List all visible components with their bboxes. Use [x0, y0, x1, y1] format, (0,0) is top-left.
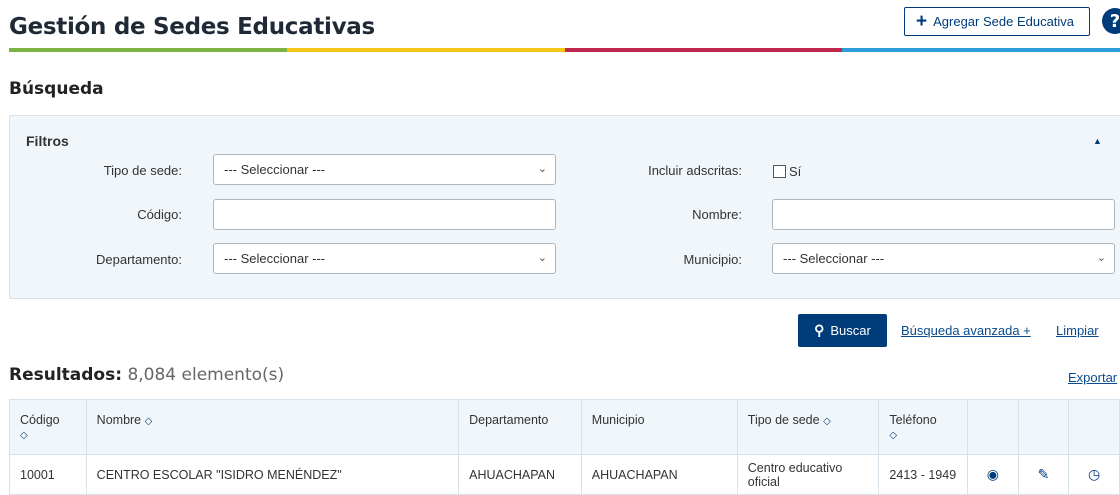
sort-icon[interactable]: ◇	[823, 416, 831, 427]
nombre-label: Nombre:	[692, 207, 742, 222]
chevron-down-icon: ⌄	[537, 252, 547, 264]
search-icon: ⚲	[814, 322, 825, 338]
column-header-label: Teléfono	[889, 413, 937, 427]
departamento-value: --- Seleccionar ---	[224, 251, 326, 266]
filters-panel: Filtros ▲ Tipo de sede: --- Seleccionar …	[9, 115, 1120, 299]
clock-icon[interactable]: ◷	[1068, 454, 1120, 495]
sort-icon[interactable]: ◇	[145, 416, 153, 427]
column-header-tipo-sede[interactable]: Tipo de sede ◇	[736, 399, 880, 455]
checkbox-box[interactable]	[773, 165, 786, 178]
collapse-up-icon[interactable]: ▲	[1093, 136, 1102, 146]
color-bar-blue	[842, 48, 1120, 52]
table-row[interactable]: 10001 CENTRO ESCOLAR "ISIDRO MENÉNDEZ" A…	[9, 454, 1120, 495]
municipio-label: Municipio:	[683, 252, 742, 267]
column-header-history	[1068, 399, 1120, 455]
results-label: Resultados:	[9, 365, 123, 385]
results-title: Resultados: 8,084 elemento(s)	[9, 365, 284, 385]
color-bar-yellow	[286, 48, 565, 52]
filters-title: Filtros	[26, 133, 69, 149]
column-header-departamento: Departamento	[458, 399, 582, 455]
chevron-down-icon: ⌄	[537, 163, 547, 175]
cell-departamento: AHUACHAPAN	[458, 454, 582, 495]
incluir-adscritas-checkbox[interactable]: Sí	[773, 164, 801, 179]
column-header-nombre[interactable]: Nombre ◇	[85, 399, 460, 455]
column-header-edit	[1017, 399, 1070, 455]
table-header-row: Código ◇ Nombre ◇ Departamento Municipio…	[9, 399, 1120, 455]
column-header-label: Departamento	[469, 413, 549, 427]
eye-icon[interactable]: ◉	[967, 454, 1019, 495]
codigo-label: Código:	[137, 207, 182, 222]
sort-icon[interactable]: ◇	[20, 430, 28, 441]
chevron-down-icon: ⌄	[1096, 252, 1106, 264]
nombre-input[interactable]	[772, 199, 1115, 230]
departamento-select[interactable]: --- Seleccionar --- ⌄	[213, 243, 556, 274]
search-button[interactable]: ⚲ Buscar	[798, 314, 887, 347]
tipo-sede-value: --- Seleccionar ---	[224, 162, 326, 177]
search-button-label: Buscar	[830, 323, 871, 338]
cell-telefono: 2413 - 1949	[878, 454, 968, 495]
column-header-label: Municipio	[591, 413, 645, 427]
sort-icon[interactable]: ◇	[889, 430, 897, 441]
column-header-codigo[interactable]: Código ◇	[9, 399, 87, 455]
results-table: Código ◇ Nombre ◇ Departamento Municipio…	[9, 399, 1120, 495]
add-sede-button-label: Agregar Sede Educativa	[933, 14, 1075, 29]
departamento-label: Departamento:	[96, 252, 182, 267]
incluir-adscritas-label: Incluir adscritas:	[648, 163, 742, 178]
municipio-value: --- Seleccionar ---	[783, 251, 885, 266]
color-bar-green	[9, 48, 287, 52]
column-header-view	[967, 399, 1019, 455]
column-header-label: Tipo de sede	[747, 413, 820, 427]
search-section-title: Búsqueda	[9, 79, 104, 99]
results-count: 8,084 elemento(s)	[127, 365, 285, 385]
tipo-sede-label: Tipo de sede:	[103, 163, 182, 178]
checkbox-option-label: Sí	[789, 164, 802, 179]
cell-municipio: AHUACHAPAN	[580, 454, 738, 495]
export-link[interactable]: Exportar	[1068, 370, 1117, 385]
page-title: Gestión de Sedes Educativas	[9, 14, 375, 40]
tipo-sede-select[interactable]: --- Seleccionar --- ⌄	[213, 154, 556, 185]
cell-tipo-sede: Centro educativo oficial	[736, 454, 880, 495]
codigo-input[interactable]	[213, 199, 556, 230]
column-header-label: Código	[20, 413, 60, 427]
column-header-municipio: Municipio	[580, 399, 738, 455]
cell-codigo: 10001	[9, 454, 87, 495]
plus-icon: +	[916, 11, 928, 32]
clear-link[interactable]: Limpiar	[1056, 323, 1099, 338]
column-header-label: Nombre	[96, 413, 142, 427]
municipio-select[interactable]: --- Seleccionar --- ⌄	[772, 243, 1115, 274]
help-icon[interactable]: ?	[1102, 8, 1120, 34]
advanced-search-link[interactable]: Búsqueda avanzada +	[901, 323, 1031, 338]
header-color-bar	[9, 48, 1120, 52]
add-sede-button[interactable]: + Agregar Sede Educativa	[904, 7, 1090, 36]
pencil-icon[interactable]: ✎	[1017, 454, 1070, 495]
color-bar-red	[564, 48, 843, 52]
column-header-telefono[interactable]: Teléfono ◇	[878, 399, 968, 455]
cell-nombre: CENTRO ESCOLAR "ISIDRO MENÉNDEZ"	[85, 454, 460, 495]
